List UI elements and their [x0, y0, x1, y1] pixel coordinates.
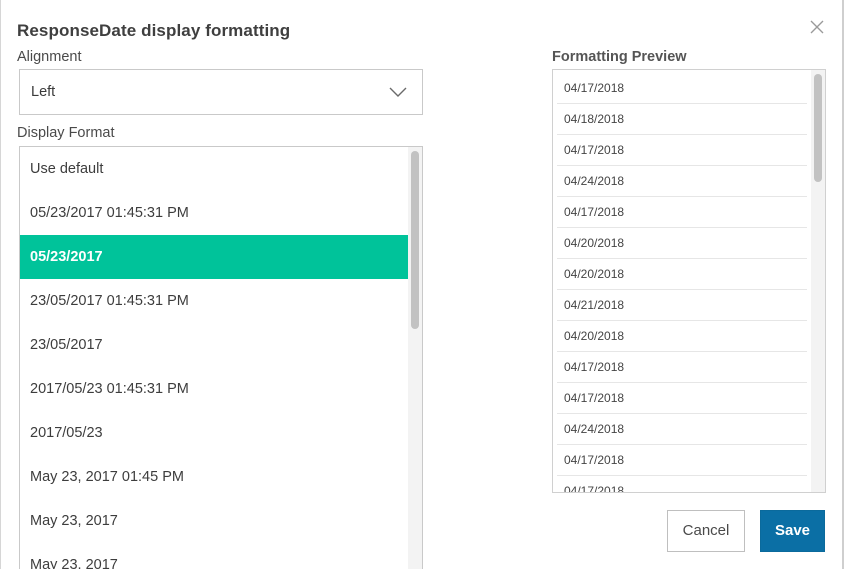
- chevron-down-icon: [388, 84, 408, 100]
- cancel-button[interactable]: Cancel: [667, 510, 745, 552]
- preview-row: 04/17/2018: [557, 73, 807, 104]
- save-button[interactable]: Save: [760, 510, 825, 552]
- preview-row: 04/17/2018: [557, 445, 807, 476]
- alignment-selected-value: Left: [31, 84, 56, 100]
- format-option[interactable]: May 23, 2017: [20, 499, 408, 543]
- preview-row: 04/17/2018: [557, 352, 807, 383]
- dialog-left-edge: [0, 0, 1, 569]
- preview-row: 04/17/2018: [557, 383, 807, 414]
- preview-row: 04/20/2018: [557, 259, 807, 290]
- dialog-title: ResponseDate display formatting: [17, 21, 291, 40]
- display-formatting-dialog: ResponseDate display formatting Alignmen…: [0, 0, 844, 569]
- format-option[interactable]: 2017/05/23 01:45:31 PM: [20, 367, 408, 411]
- format-option[interactable]: 23/05/2017 01:45:31 PM: [20, 279, 408, 323]
- preview-scroll-thumb[interactable]: [814, 74, 822, 182]
- display-format-label: Display Format: [17, 125, 115, 141]
- preview-row: 04/17/2018: [557, 197, 807, 228]
- format-option[interactable]: May 23, 2017 01:45 PM: [20, 455, 408, 499]
- preview-row: 04/17/2018: [557, 135, 807, 166]
- preview-label: Formatting Preview: [552, 49, 687, 65]
- alignment-label: Alignment: [17, 49, 82, 65]
- format-option[interactable]: 23/05/2017: [20, 323, 408, 367]
- preview-row: 04/21/2018: [557, 290, 807, 321]
- format-option-selected[interactable]: 05/23/2017: [20, 235, 408, 279]
- close-icon[interactable]: [808, 18, 826, 36]
- preview-row: 04/20/2018: [557, 321, 807, 352]
- preview-row: 04/20/2018: [557, 228, 807, 259]
- preview-row: 04/24/2018: [557, 166, 807, 197]
- preview-row: 04/24/2018: [557, 414, 807, 445]
- preview-row: 04/18/2018: [557, 104, 807, 135]
- alignment-select[interactable]: Left: [19, 69, 423, 115]
- format-option-use-default[interactable]: Use default: [20, 147, 408, 191]
- format-list-scroll-thumb[interactable]: [411, 151, 419, 329]
- preview-row: 04/17/2018: [557, 476, 807, 492]
- format-option[interactable]: 2017/05/23: [20, 411, 408, 455]
- format-option[interactable]: May 23, 2017: [20, 543, 408, 569]
- format-option[interactable]: 05/23/2017 01:45:31 PM: [20, 191, 408, 235]
- display-format-list[interactable]: Use default 05/23/2017 01:45:31 PM 05/23…: [19, 146, 423, 569]
- formatting-preview-list: 04/17/2018 04/18/2018 04/17/2018 04/24/2…: [552, 69, 826, 493]
